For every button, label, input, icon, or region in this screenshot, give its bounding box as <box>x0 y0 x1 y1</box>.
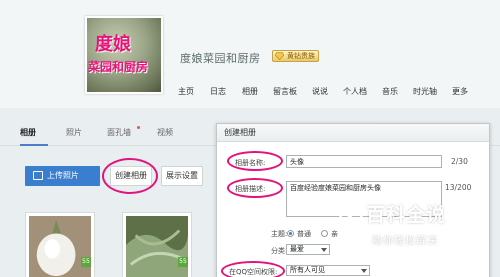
theme-radio-normal[interactable] <box>287 230 294 237</box>
highlight-circle-create <box>102 158 158 194</box>
blog-title[interactable]: 度娘菜园和厨房 <box>180 50 261 66</box>
image-icon <box>33 171 43 180</box>
album-desc-counter: 13/200 <box>445 183 472 192</box>
album-cover <box>29 216 91 277</box>
permission-value: 所有人可见 <box>290 266 325 274</box>
album-count-badge: 55 <box>178 257 188 267</box>
album-card[interactable]: 55 <box>25 212 95 277</box>
vip-badge[interactable]: 黄钻贵族 <box>272 50 319 62</box>
tab-face-wall[interactable]: 面孔墙 <box>107 127 131 138</box>
theme-option-normal: 普通 <box>297 230 311 238</box>
highlight-circle-desc <box>227 178 283 198</box>
nav-item-shuoshuo[interactable]: 说说 <box>312 86 328 97</box>
highlight-circle-permission <box>221 261 285 277</box>
tab-albums[interactable]: 相册 <box>20 127 36 138</box>
album-cover <box>126 216 188 277</box>
avatar-text-2: 菜园和厨房 <box>88 60 149 74</box>
nav-item-home[interactable]: 主页 <box>178 86 194 97</box>
nav-item-profile[interactable]: 个人档 <box>343 86 367 97</box>
nav-item-messageboard[interactable]: 留言板 <box>273 86 297 97</box>
highlight-circle-name <box>227 151 283 171</box>
baike-logo-icon <box>338 200 364 226</box>
album-count-badge: 55 <box>81 257 91 267</box>
album-card[interactable]: 55 <box>122 212 192 277</box>
vip-badge-label: 黄钻贵族 <box>287 52 315 60</box>
chevron-down-icon <box>321 248 327 252</box>
nav-item-photos[interactable]: 相册 <box>242 86 258 97</box>
display-settings-button[interactable]: 展示设置 <box>161 166 203 186</box>
tab-videos[interactable]: 视频 <box>157 127 173 138</box>
category-label: 分类: <box>271 247 288 255</box>
category-value: 最爱 <box>290 245 304 253</box>
main-nav: 主页 日志 相册 留言板 说说 个人档 音乐 时光轴 更多 <box>178 86 468 97</box>
tab-photos[interactable]: 照片 <box>66 127 82 138</box>
album-name-counter: 2/30 <box>451 157 468 166</box>
watermark-title: 百科全说 <box>366 204 447 226</box>
category-select[interactable]: 最爱 <box>286 244 330 255</box>
permission-select[interactable]: 所有人可见 <box>286 265 370 276</box>
new-dot-icon <box>137 126 140 129</box>
album-name-input[interactable]: 头像 <box>286 155 442 168</box>
theme-radio-other[interactable] <box>321 230 328 237</box>
nav-item-more[interactable]: 更多 <box>452 86 468 97</box>
theme-label: 主题: <box>271 230 288 238</box>
avatar-text-1: 度娘 <box>95 34 131 55</box>
nav-item-blog[interactable]: 日志 <box>210 86 226 97</box>
upload-photo-button[interactable]: 上传照片 <box>25 166 100 186</box>
watermark-subtitle: 助你轻松解决 <box>372 236 438 247</box>
chevron-down-icon <box>361 269 367 273</box>
diamond-icon <box>275 52 284 60</box>
avatar[interactable]: 度娘 菜园和厨房 <box>85 16 163 94</box>
theme-option-other: 亲 <box>331 230 338 238</box>
profile-header: 度娘 菜园和厨房 度娘菜园和厨房 黄钻贵族 主页 日志 相册 留言板 说说 个人… <box>0 0 500 108</box>
dialog-title: 创建相册 <box>217 124 489 142</box>
nav-item-timeline[interactable]: 时光轴 <box>413 86 437 97</box>
nav-item-music[interactable]: 音乐 <box>382 86 398 97</box>
active-tab-indicator <box>20 144 48 146</box>
upload-photo-label: 上传照片 <box>47 171 79 180</box>
